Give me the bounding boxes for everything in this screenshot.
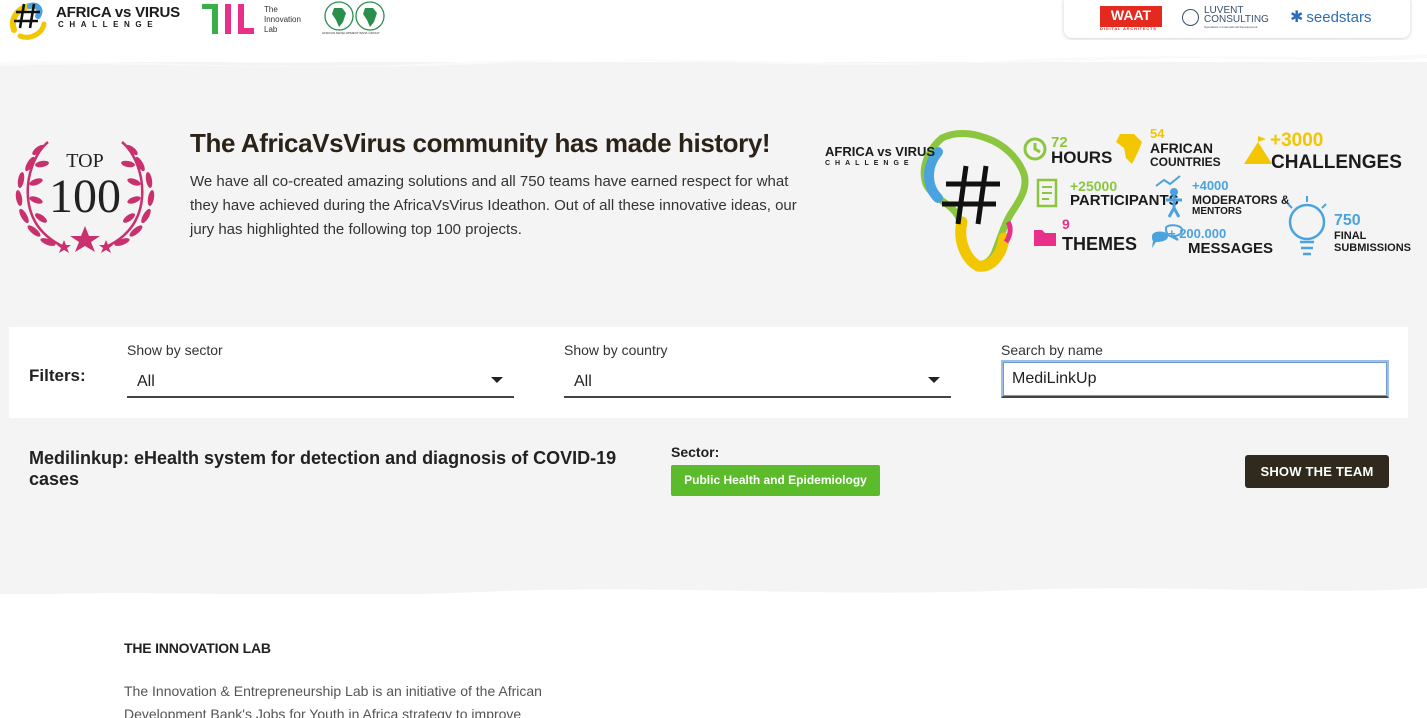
til-letters-icon (202, 4, 254, 34)
hours-label: HOURS (1051, 148, 1113, 167)
seedstars-logo[interactable]: ✱ seedstars (1290, 7, 1371, 27)
countries-label-1: AFRICAN (1150, 140, 1213, 156)
africa-vs-virus-logo[interactable]: AFRICA vs VIRUS CHALLENGE (8, 0, 180, 42)
waat-logo[interactable]: WAAT (1100, 6, 1162, 27)
afdb-emblem-icon (324, 1, 385, 31)
hero-description: We have all co-created amazing solutions… (190, 173, 797, 238)
search-label: Search by name (1001, 342, 1103, 358)
africa-continent-icon (1116, 134, 1142, 164)
innovation-lab-text: The Innovation Lab (264, 5, 301, 34)
luvent-subtitle: Specialists in International Development (1204, 25, 1258, 29)
afdb-logo[interactable]: AFRICAN DEVELOPMENT BANK GROUP (322, 0, 388, 38)
footer-text: The Innovation & Entrepreneurship Lab is… (124, 683, 542, 718)
infographic-brand-subtitle: CHALLENGE (825, 160, 914, 167)
themes-number: 9 (1062, 216, 1070, 232)
challenges-number: +3000 (1270, 130, 1324, 151)
project-title: Medilinkup: eHealth system for detection… (29, 448, 617, 489)
seedstars-text: seedstars (1306, 9, 1372, 26)
show-team-button[interactable]: SHOW THE TEAM (1245, 455, 1389, 488)
moderators-label-1: MODERATORS & (1192, 193, 1290, 207)
innovation-lab-logo[interactable]: The Innovation Lab (200, 2, 320, 38)
moderators-label-2: MENTORS (1192, 206, 1242, 217)
sector-select-value: All (137, 373, 155, 390)
search-input[interactable] (1001, 360, 1389, 398)
brand-subtitle: CHALLENGE (58, 20, 159, 29)
folder-icon (1034, 230, 1056, 246)
infographic-brand-title: AFRICA vs VIRUS (825, 144, 936, 159)
sector-badge: Public Health and Epidemiology (671, 465, 880, 496)
messages-number: + 200.000 (1168, 226, 1227, 241)
submissions-label-1: FINAL (1334, 230, 1367, 242)
footer: THE INNOVATION LAB The Innovation & Entr… (0, 594, 1427, 718)
brand-title: AFRICA vs VIRUS (56, 4, 180, 21)
brush-divider-top (0, 40, 1427, 68)
country-select[interactable]: All (564, 364, 951, 398)
challenges-label: CHALLENGES (1271, 152, 1402, 173)
countries-label-2: COUNTRIES (1150, 155, 1221, 169)
country-filter-label: Show by country (564, 342, 668, 358)
top-100-badge: TOP 100 (8, 134, 162, 258)
hashtag-logo-icon (10, 2, 47, 40)
lightbulb-icon (1287, 196, 1327, 256)
countries-number: 54 (1150, 126, 1165, 141)
seedstars-star-icon: ✱ (1290, 9, 1304, 26)
sector-select[interactable]: All (127, 364, 514, 398)
luvent-ring-icon (1182, 9, 1199, 26)
themes-label: THEMES (1062, 234, 1138, 254)
footer-title: THE INNOVATION LAB (124, 640, 271, 656)
moderators-number: +4000 (1192, 178, 1229, 193)
badge-number: 100 (49, 170, 121, 223)
filters-bar: Filters: Show by sector All Show by coun… (9, 327, 1408, 418)
hero-title: The AfricaVsVirus community has made his… (190, 128, 771, 158)
document-list-icon (1036, 178, 1058, 208)
sector-filter-label: Show by sector (127, 342, 223, 358)
sector-label: Sector: (671, 444, 720, 460)
submissions-number: 750 (1334, 212, 1361, 229)
submissions-label-2: SUBMISSIONS (1334, 242, 1412, 254)
filters-label: Filters: (29, 366, 86, 385)
messages-label: MESSAGES (1188, 240, 1274, 257)
chevron-down-icon (928, 377, 940, 383)
afdb-caption: AFRICAN DEVELOPMENT BANK GROUP (322, 31, 380, 35)
chevron-down-icon (491, 377, 503, 383)
partners-panel: WAAT DIGITAL ARCHITECTS LUVENT CONSULTIN… (1064, 0, 1410, 38)
luvent-line-2: CONSULTING (1204, 14, 1269, 25)
waat-subtitle: DIGITAL ARCHITECTS (1100, 26, 1157, 31)
clock-icon (1023, 137, 1047, 161)
challenge-stats-infographic: AFRICA vs VIRUS CHALLENGE 72 HOURS 54 AF… (822, 126, 1422, 272)
person-chart-icon (1155, 175, 1182, 218)
luvent-logo[interactable]: LUVENT CONSULTING Specialists in Interna… (1182, 5, 1278, 29)
country-select-value: All (574, 373, 592, 390)
